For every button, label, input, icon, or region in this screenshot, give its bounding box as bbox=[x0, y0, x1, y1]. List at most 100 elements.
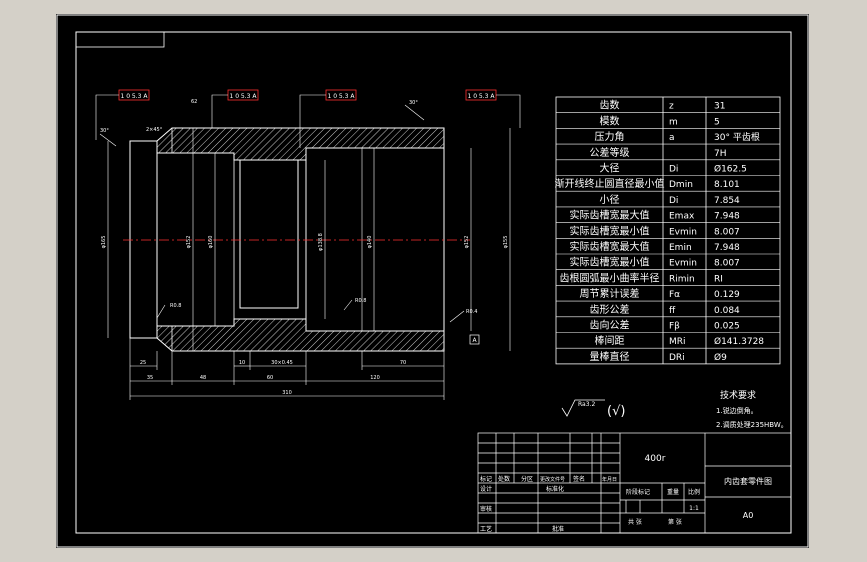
spec-table-cell: 30° 平齿根 bbox=[714, 131, 760, 143]
spec-table-cell: 0.025 bbox=[714, 322, 740, 332]
spec-table: 齿数 z 31 模数 m 5 压力角 a 30° 平齿根公差等级 7H 大径 Di Ø162.5 渐开线终… bbox=[555, 96, 781, 365]
spec-table-cell: 7.854 bbox=[714, 196, 740, 206]
horizontal-dimension-labels: 25 35 48 60 10 30×0.45 120 70 310 bbox=[140, 360, 406, 396]
spec-table-cell: Fα bbox=[669, 290, 680, 300]
dim-label: 120 bbox=[370, 375, 380, 381]
spec-table-cell: 31 bbox=[714, 102, 725, 112]
dim-label: 60 bbox=[267, 375, 273, 381]
dim-label: φ165 bbox=[101, 236, 107, 249]
part-name: 内齿套零件图 bbox=[724, 476, 772, 486]
spec-table-cell: 模数 bbox=[600, 114, 620, 127]
tech-req-item: 2.调质处理235HBW。 bbox=[716, 420, 788, 429]
spec-table-cell: Dmin bbox=[669, 180, 693, 190]
spec-table-cell: 实际齿槽宽最小值 bbox=[570, 224, 650, 237]
angle-right-label: 30° bbox=[409, 100, 418, 106]
tech-requirements: 技术要求 1.锐边倒角。 2.调质处理235HBW。 bbox=[716, 389, 788, 429]
spec-table-cell: Ø9 bbox=[714, 352, 727, 363]
spec-table-cell: MRi bbox=[669, 337, 686, 347]
callout-tag: 1 0 5.3 A bbox=[118, 89, 150, 101]
spec-table-cell: 8.007 bbox=[714, 227, 740, 237]
spec-table-cell: Di bbox=[669, 196, 678, 206]
spec-table-cell: 8.101 bbox=[714, 180, 740, 190]
spec-table-cell: 小径 bbox=[600, 193, 620, 206]
spec-table-cell: 实际齿槽宽最小值 bbox=[570, 256, 650, 269]
tb-label-count: 处数 bbox=[498, 475, 510, 483]
spec-table-cell: Emin bbox=[669, 243, 692, 253]
spec-table-cell: Evmin bbox=[669, 259, 697, 269]
part-section bbox=[129, 127, 445, 352]
callout-text: 1 0 5.3 A bbox=[229, 93, 257, 100]
spec-table-cell: 0.084 bbox=[714, 306, 740, 316]
tb-label-weight: 重量 bbox=[667, 488, 679, 496]
tb-label-change-doc: 更改文件号 bbox=[540, 476, 565, 483]
spec-table-cell: 实际齿槽宽最大值 bbox=[570, 209, 650, 222]
dim-label: 310 bbox=[282, 390, 292, 396]
tb-label-design: 设计 bbox=[480, 485, 492, 493]
roughness-value: Ra3.2 bbox=[578, 401, 595, 408]
spec-table-cell: a bbox=[669, 133, 675, 143]
spec-table-cell: 7.948 bbox=[714, 212, 740, 222]
dim-label: 48 bbox=[200, 375, 206, 381]
tech-req-item: 1.锐边倒角。 bbox=[716, 406, 758, 415]
left-flange-face bbox=[129, 140, 158, 339]
spec-table-cell: 7.948 bbox=[714, 243, 740, 253]
dim-label: φ152 bbox=[464, 236, 470, 249]
dim-label: 35 bbox=[147, 375, 153, 381]
dim-label: 10 bbox=[239, 360, 245, 366]
weight-value: 400r bbox=[645, 454, 666, 464]
tb-label-sheet-no: 第 张 bbox=[668, 518, 682, 526]
spec-table-cell: Ø162.5 bbox=[714, 164, 747, 175]
spec-table-cell: 齿向公差 bbox=[590, 319, 630, 332]
spec-table-cell: Fβ bbox=[669, 322, 680, 332]
spec-table-cell: 5 bbox=[714, 117, 720, 127]
vertical-dimension-lines bbox=[107, 128, 511, 351]
spec-table-cell: 渐开线终止圆直径最小值 bbox=[555, 177, 665, 190]
tb-label-sheets-total: 共 张 bbox=[628, 518, 642, 526]
spec-table-cell: DRi bbox=[669, 353, 685, 363]
callout-text: 1 0 5.3 A bbox=[120, 93, 148, 100]
tb-label-review: 审核 bbox=[480, 505, 492, 513]
tb-label-signature: 签名 bbox=[573, 475, 585, 483]
top-dim-label: 62 bbox=[191, 99, 197, 105]
dim-label: 70 bbox=[400, 360, 406, 366]
spec-table-cell: Evmin bbox=[669, 227, 697, 237]
tech-req-title: 技术要求 bbox=[720, 389, 756, 401]
spec-table-cell: 8.007 bbox=[714, 259, 740, 269]
dim-label: φ140 bbox=[367, 236, 373, 249]
tb-label-stage-mark: 阶段标记 bbox=[626, 488, 650, 496]
spec-table-cell: ff bbox=[669, 306, 676, 316]
dim-label: φ152 bbox=[186, 236, 192, 249]
drawing-canvas[interactable]: 1 0 5.3 A 1 0 5.3 A 1 0 5.3 A 1 0 5.3 A bbox=[56, 14, 809, 548]
dim-label: 25 bbox=[140, 360, 146, 366]
callout-tag: 1 0 5.3 A bbox=[325, 89, 357, 101]
engineering-drawing: 1 0 5.3 A 1 0 5.3 A 1 0 5.3 A 1 0 5.3 A bbox=[56, 14, 809, 548]
tb-label-scale: 比例 bbox=[688, 488, 700, 496]
spec-table-cell: 棒间距 bbox=[595, 334, 625, 347]
callout-text: 1 0 5.3 A bbox=[467, 93, 495, 100]
outer-frame bbox=[56, 14, 809, 548]
dim-label: φ160 bbox=[208, 236, 214, 249]
spec-table-cell: m bbox=[669, 117, 678, 127]
radius-label: R0.8 bbox=[170, 303, 181, 309]
spec-table-cell: 齿形公差 bbox=[590, 303, 630, 316]
spec-table-cell: 7H bbox=[714, 149, 727, 159]
spec-table-cell: 实际齿槽宽最大值 bbox=[570, 240, 650, 253]
tb-label-process: 工艺 bbox=[480, 525, 492, 533]
angle-left-label: 30° bbox=[100, 128, 109, 134]
roughness-note: (√) bbox=[607, 404, 625, 419]
spec-table-cell: Rimin bbox=[669, 274, 695, 284]
top-left-code-box bbox=[75, 31, 165, 48]
dim-label: φ138.8 bbox=[318, 233, 324, 251]
tb-label-date: 年月日 bbox=[602, 476, 617, 483]
spec-table-cell: 齿数 bbox=[600, 99, 620, 112]
callout-tag: 1 0 5.3 A bbox=[227, 89, 259, 101]
tb-label-standardize: 标准化 bbox=[546, 485, 564, 493]
callout-text: 1 0 5.3 A bbox=[327, 93, 355, 100]
inner-spline-bore-edge bbox=[233, 159, 307, 320]
datum-label: A bbox=[472, 337, 477, 344]
spec-table-cell: Emax bbox=[669, 212, 695, 222]
spec-table-cell: 大径 bbox=[600, 162, 620, 175]
spec-table-cell: z bbox=[669, 102, 674, 112]
dim-label: φ155 bbox=[503, 236, 509, 249]
radius-label: R0.4 bbox=[466, 309, 477, 315]
